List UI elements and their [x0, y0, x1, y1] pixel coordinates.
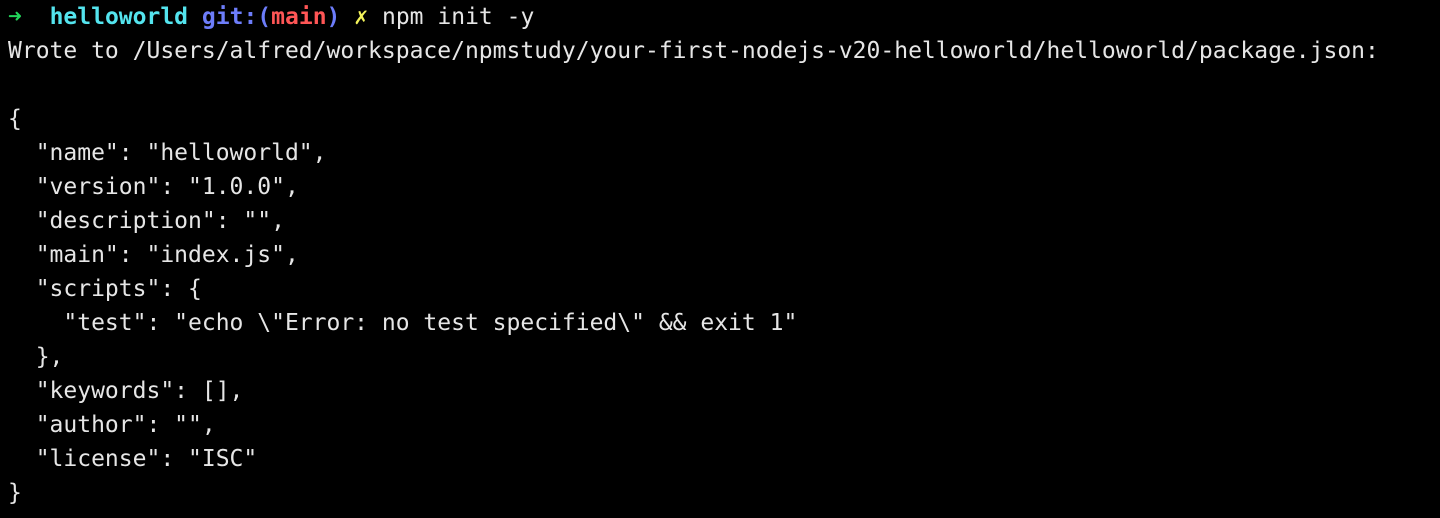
- output-line: {: [8, 106, 22, 132]
- terminal-window[interactable]: ➜ helloworld git:(main) ✗ npm init -y Wr…: [0, 0, 1440, 518]
- prompt-git-suffix: ): [326, 4, 341, 30]
- output-line: "scripts": {: [8, 276, 202, 302]
- command-text: npm init -y: [381, 4, 535, 30]
- prompt-directory: helloworld: [49, 4, 189, 30]
- output-line: },: [8, 344, 64, 370]
- output-line: "version": "1.0.0",: [8, 174, 299, 200]
- git-dirty-icon: ✗: [354, 4, 369, 30]
- prompt-arrow-icon: ➜: [8, 4, 22, 30]
- output-line: "main": "index.js",: [8, 242, 299, 268]
- output-line: "license": "ISC": [8, 446, 258, 472]
- output-line: "description": "",: [8, 208, 285, 234]
- prompt-git-prefix: git:(: [201, 4, 272, 30]
- output-wrote-line: Wrote to /Users/alfred/workspace/npmstud…: [8, 38, 1379, 64]
- output-line: "author": "",: [8, 412, 216, 438]
- output-line: "keywords": [],: [8, 378, 244, 404]
- output-line: "test": "echo \"Error: no test specified…: [8, 310, 798, 336]
- prompt-line: ➜ helloworld git:(main) ✗ npm init -y: [8, 0, 1440, 34]
- output-line: }: [8, 480, 22, 506]
- output-line: "name": "helloworld",: [8, 140, 327, 166]
- prompt-git-branch: main: [271, 4, 327, 30]
